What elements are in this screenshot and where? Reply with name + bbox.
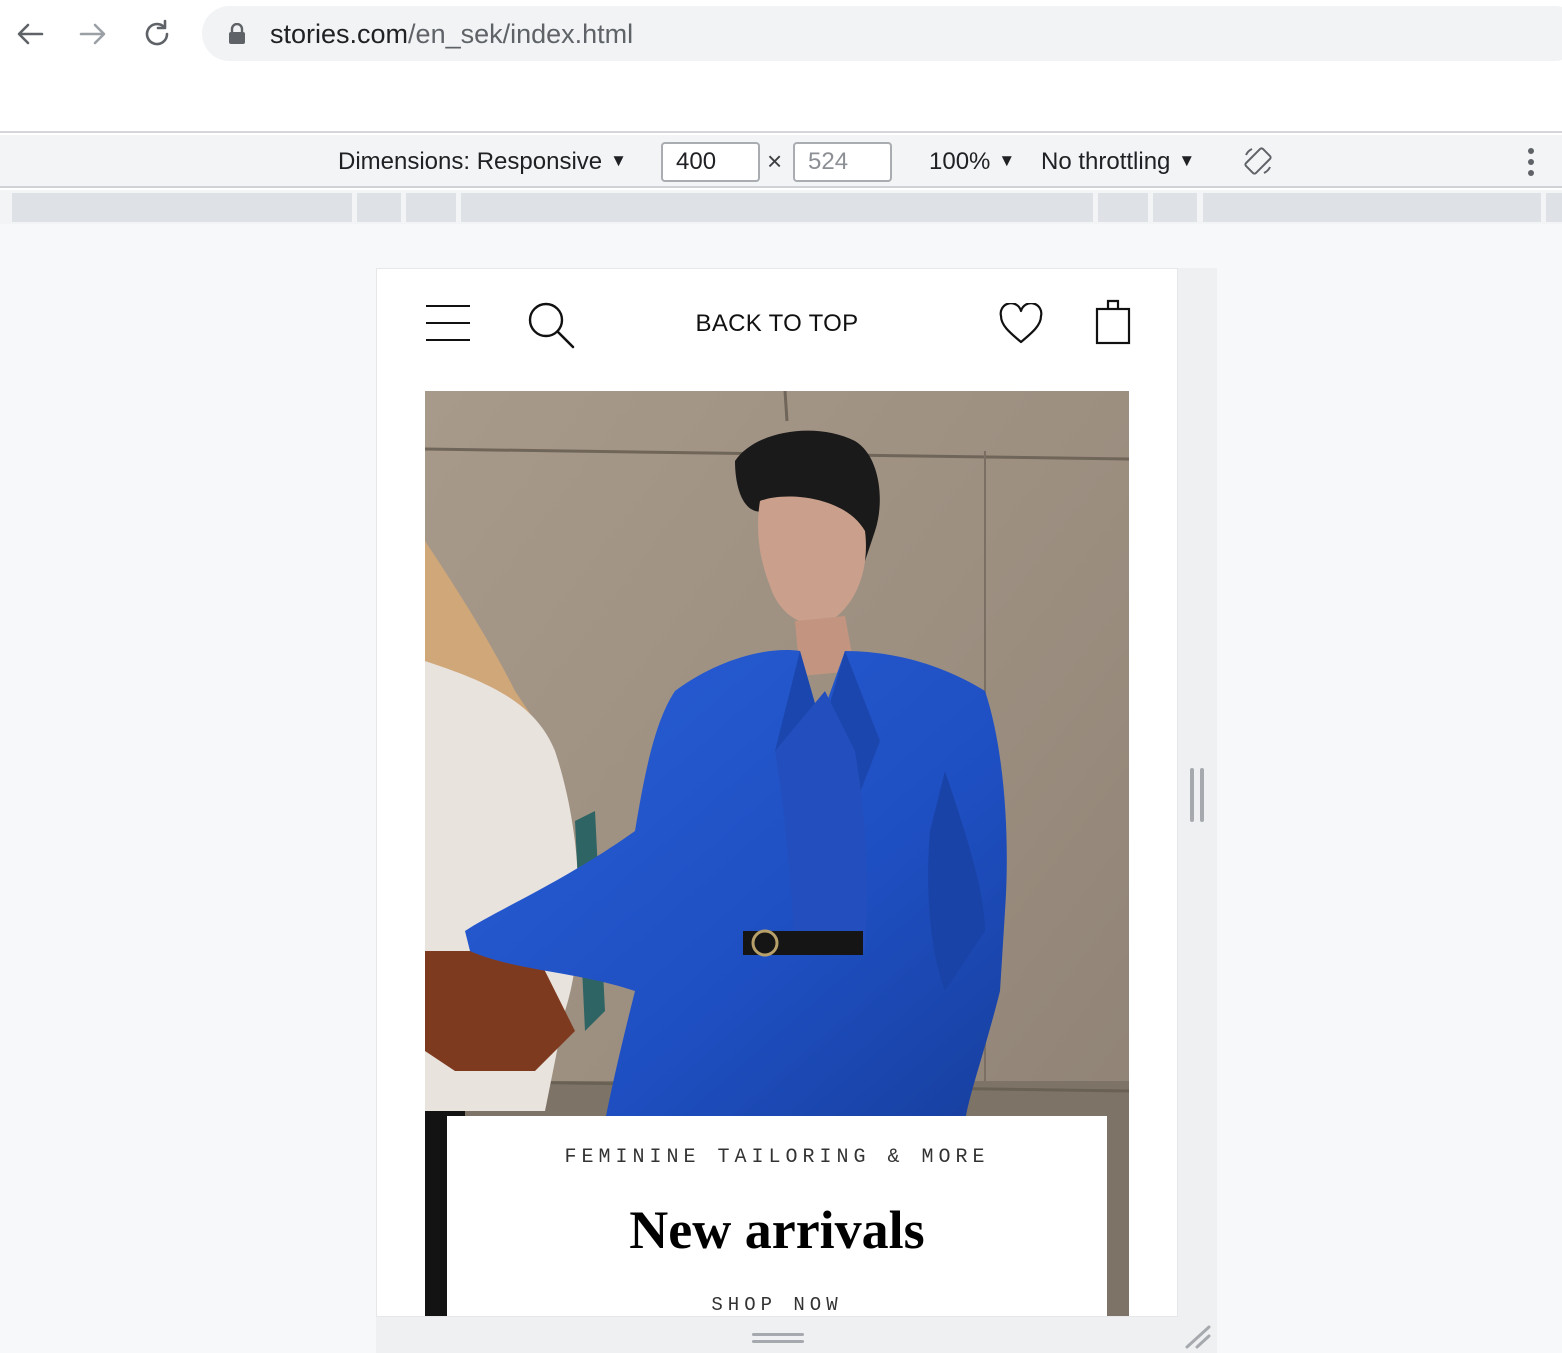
caret-down-icon: ▼	[1178, 151, 1196, 170]
address-bar[interactable]: stories.com/en_sek/index.html	[202, 6, 1562, 61]
back-button[interactable]	[10, 14, 50, 54]
more-vertical-icon[interactable]	[1520, 145, 1542, 179]
media-query-segment[interactable]	[1203, 193, 1541, 222]
media-query-segment[interactable]	[1153, 193, 1197, 222]
rotate-device-icon[interactable]	[1242, 145, 1274, 177]
reload-button[interactable]	[137, 14, 177, 54]
heart-icon[interactable]	[999, 303, 1043, 345]
back-to-top-link[interactable]: BACK TO TOP	[377, 309, 1177, 339]
dimensions-label: Dimensions: Responsive	[338, 148, 603, 175]
times-separator: ×	[767, 146, 783, 176]
height-input[interactable]: 524	[793, 142, 892, 182]
browser-toolbar: stories.com/en_sek/index.html	[0, 0, 1562, 133]
bottom-resize-handle[interactable]	[752, 1333, 804, 1343]
throttling-dropdown[interactable]: No throttling ▼	[1041, 147, 1195, 176]
media-query-segment[interactable]	[357, 193, 401, 222]
arrow-right-icon	[79, 23, 106, 45]
lock-icon	[229, 23, 245, 44]
forward-button[interactable]	[73, 14, 113, 54]
reload-icon	[145, 19, 169, 46]
media-query-segment[interactable]	[1098, 193, 1148, 222]
caret-down-icon: ▼	[998, 151, 1016, 170]
corner-resize-handle[interactable]	[1183, 1325, 1211, 1349]
shop-now-link[interactable]: SHOP NOW	[447, 1294, 1107, 1316]
url-path: /en_sek/index.html	[408, 19, 634, 49]
media-query-segment[interactable]	[1546, 193, 1562, 222]
media-query-segment[interactable]	[12, 193, 352, 222]
media-query-segment[interactable]	[406, 193, 456, 222]
url-host: stories.com	[270, 19, 409, 49]
media-query-bar	[0, 190, 1562, 224]
caret-down-icon: ▼	[610, 151, 627, 170]
device-toolbar: Dimensions: Responsive ▼ 400 × 524 100% ▼ …	[0, 135, 1562, 188]
width-input[interactable]: 400	[661, 142, 760, 182]
emulated-viewport: BACK TO TOP FEMININE TAILORING & MORE Ne…	[376, 268, 1178, 1317]
hero-banner[interactable]: FEMININE TAILORING & MORE New arrivals S…	[425, 391, 1129, 1316]
hero-headline: New arrivals	[629, 1200, 925, 1260]
zoom-dropdown[interactable]: 100% ▼	[929, 147, 1015, 176]
shopping-bag-icon[interactable]	[1095, 299, 1131, 345]
throttling-label: No throttling	[1041, 148, 1171, 175]
url-text: stories.com/en_sek/index.html	[270, 19, 633, 49]
right-resize-handle[interactable]	[1190, 768, 1204, 822]
dimensions-dropdown[interactable]: Dimensions: Responsive ▼	[338, 147, 627, 176]
hero-caption-card: FEMININE TAILORING & MORE New arrivals S…	[447, 1116, 1107, 1316]
media-query-segment[interactable]	[461, 193, 1093, 222]
zoom-label: 100%	[929, 148, 991, 175]
arrow-left-icon	[17, 23, 44, 45]
hero-kicker: FEMININE TAILORING & MORE	[564, 1146, 990, 1169]
site-header: BACK TO TOP	[377, 269, 1177, 391]
